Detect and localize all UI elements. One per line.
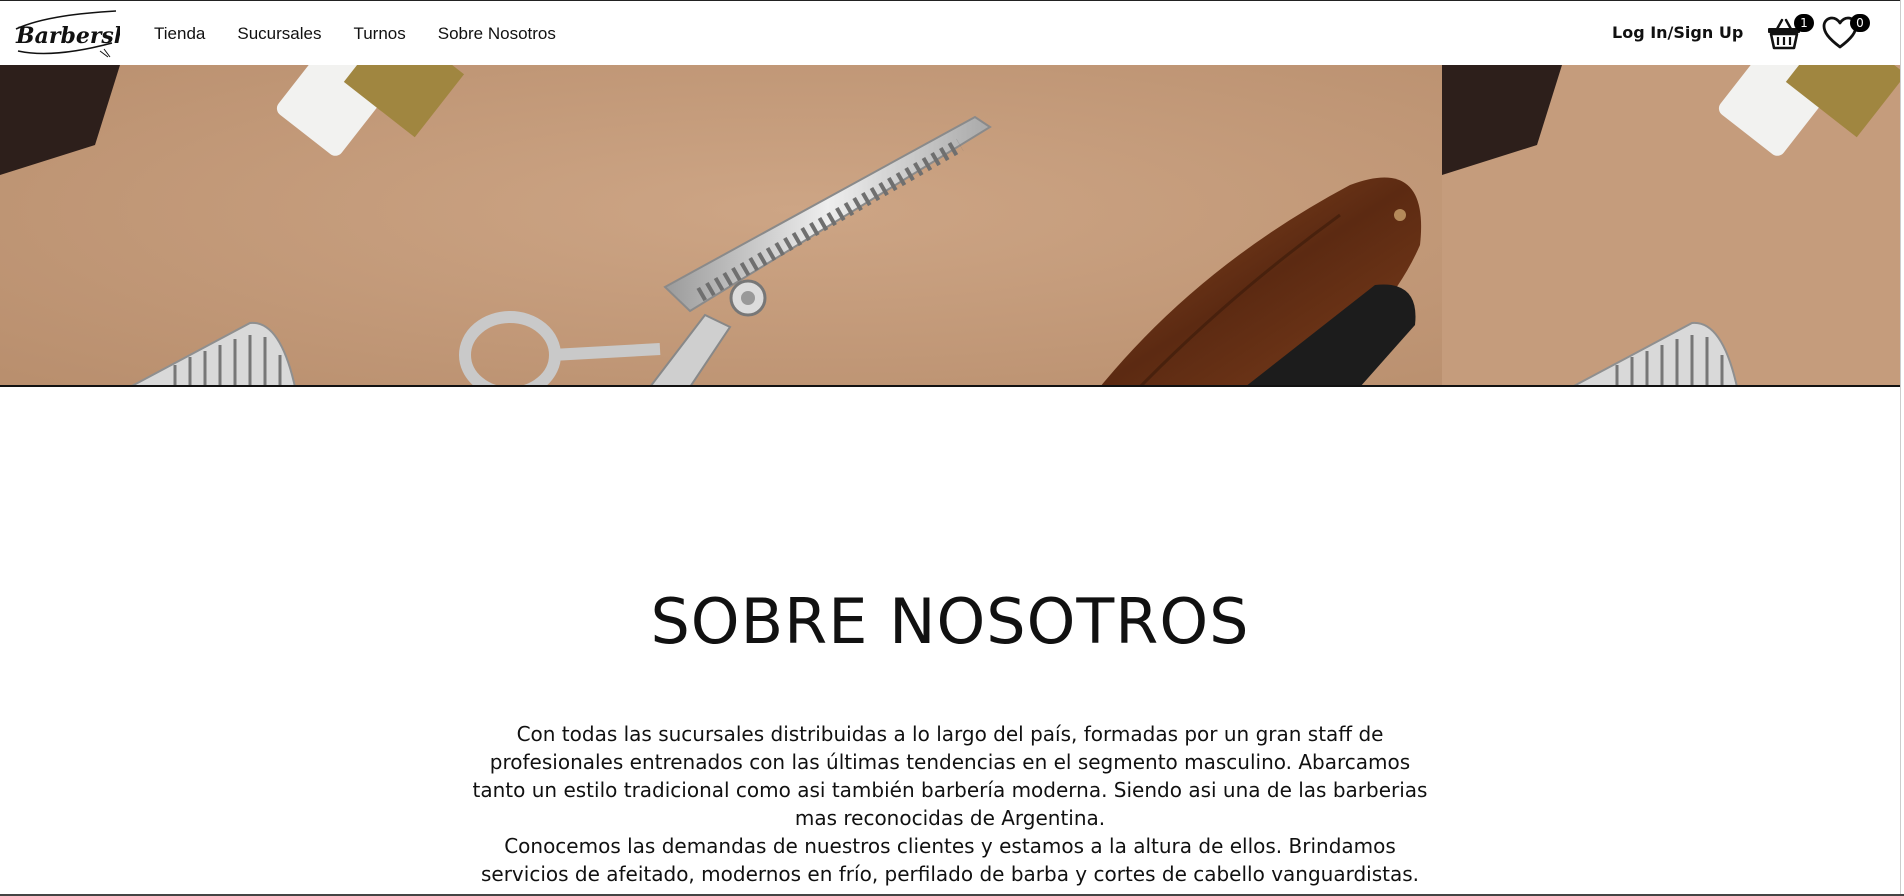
favorites-count-badge: 0 xyxy=(1850,14,1870,32)
nav-link-sucursales[interactable]: Sucursales xyxy=(237,24,321,44)
login-signup-link[interactable]: Log In/Sign Up xyxy=(1612,23,1743,42)
navbar: Barbershop Tienda Sucursales Turnos Sobr… xyxy=(0,0,1904,65)
about-paragraph: Con todas las sucursales distribuidas a … xyxy=(472,722,1428,830)
barbershop-logo-icon: Barbershop xyxy=(15,10,160,58)
svg-text:Barbershop: Barbershop xyxy=(15,23,120,49)
about-paragraph: Conocemos las demandas de nuestros clien… xyxy=(480,834,1420,886)
barber-tools-image-repeat xyxy=(1442,65,1900,385)
main-nav: Tienda Sucursales Turnos Sobre Nosotros xyxy=(154,1,556,66)
nav-link-tienda[interactable]: Tienda xyxy=(154,24,205,44)
about-title: SOBRE NOSOTROS xyxy=(650,585,1250,658)
nav-link-turnos[interactable]: Turnos xyxy=(353,24,405,44)
hero-banner xyxy=(0,65,1900,387)
cart-count-badge: 1 xyxy=(1794,14,1814,32)
window-edge xyxy=(1900,0,1904,896)
hero-image xyxy=(0,65,1442,385)
hero-image-repeat xyxy=(1442,65,1900,385)
brand-logo[interactable]: Barbershop xyxy=(12,7,160,61)
favorites-button[interactable]: 0 xyxy=(1822,14,1870,53)
about-description: Con todas las sucursales distribuidas a … xyxy=(470,720,1430,888)
nav-link-sobre-nosotros[interactable]: Sobre Nosotros xyxy=(438,24,556,44)
barber-tools-image xyxy=(0,65,1442,385)
cart-button[interactable]: 1 xyxy=(1766,14,1814,53)
